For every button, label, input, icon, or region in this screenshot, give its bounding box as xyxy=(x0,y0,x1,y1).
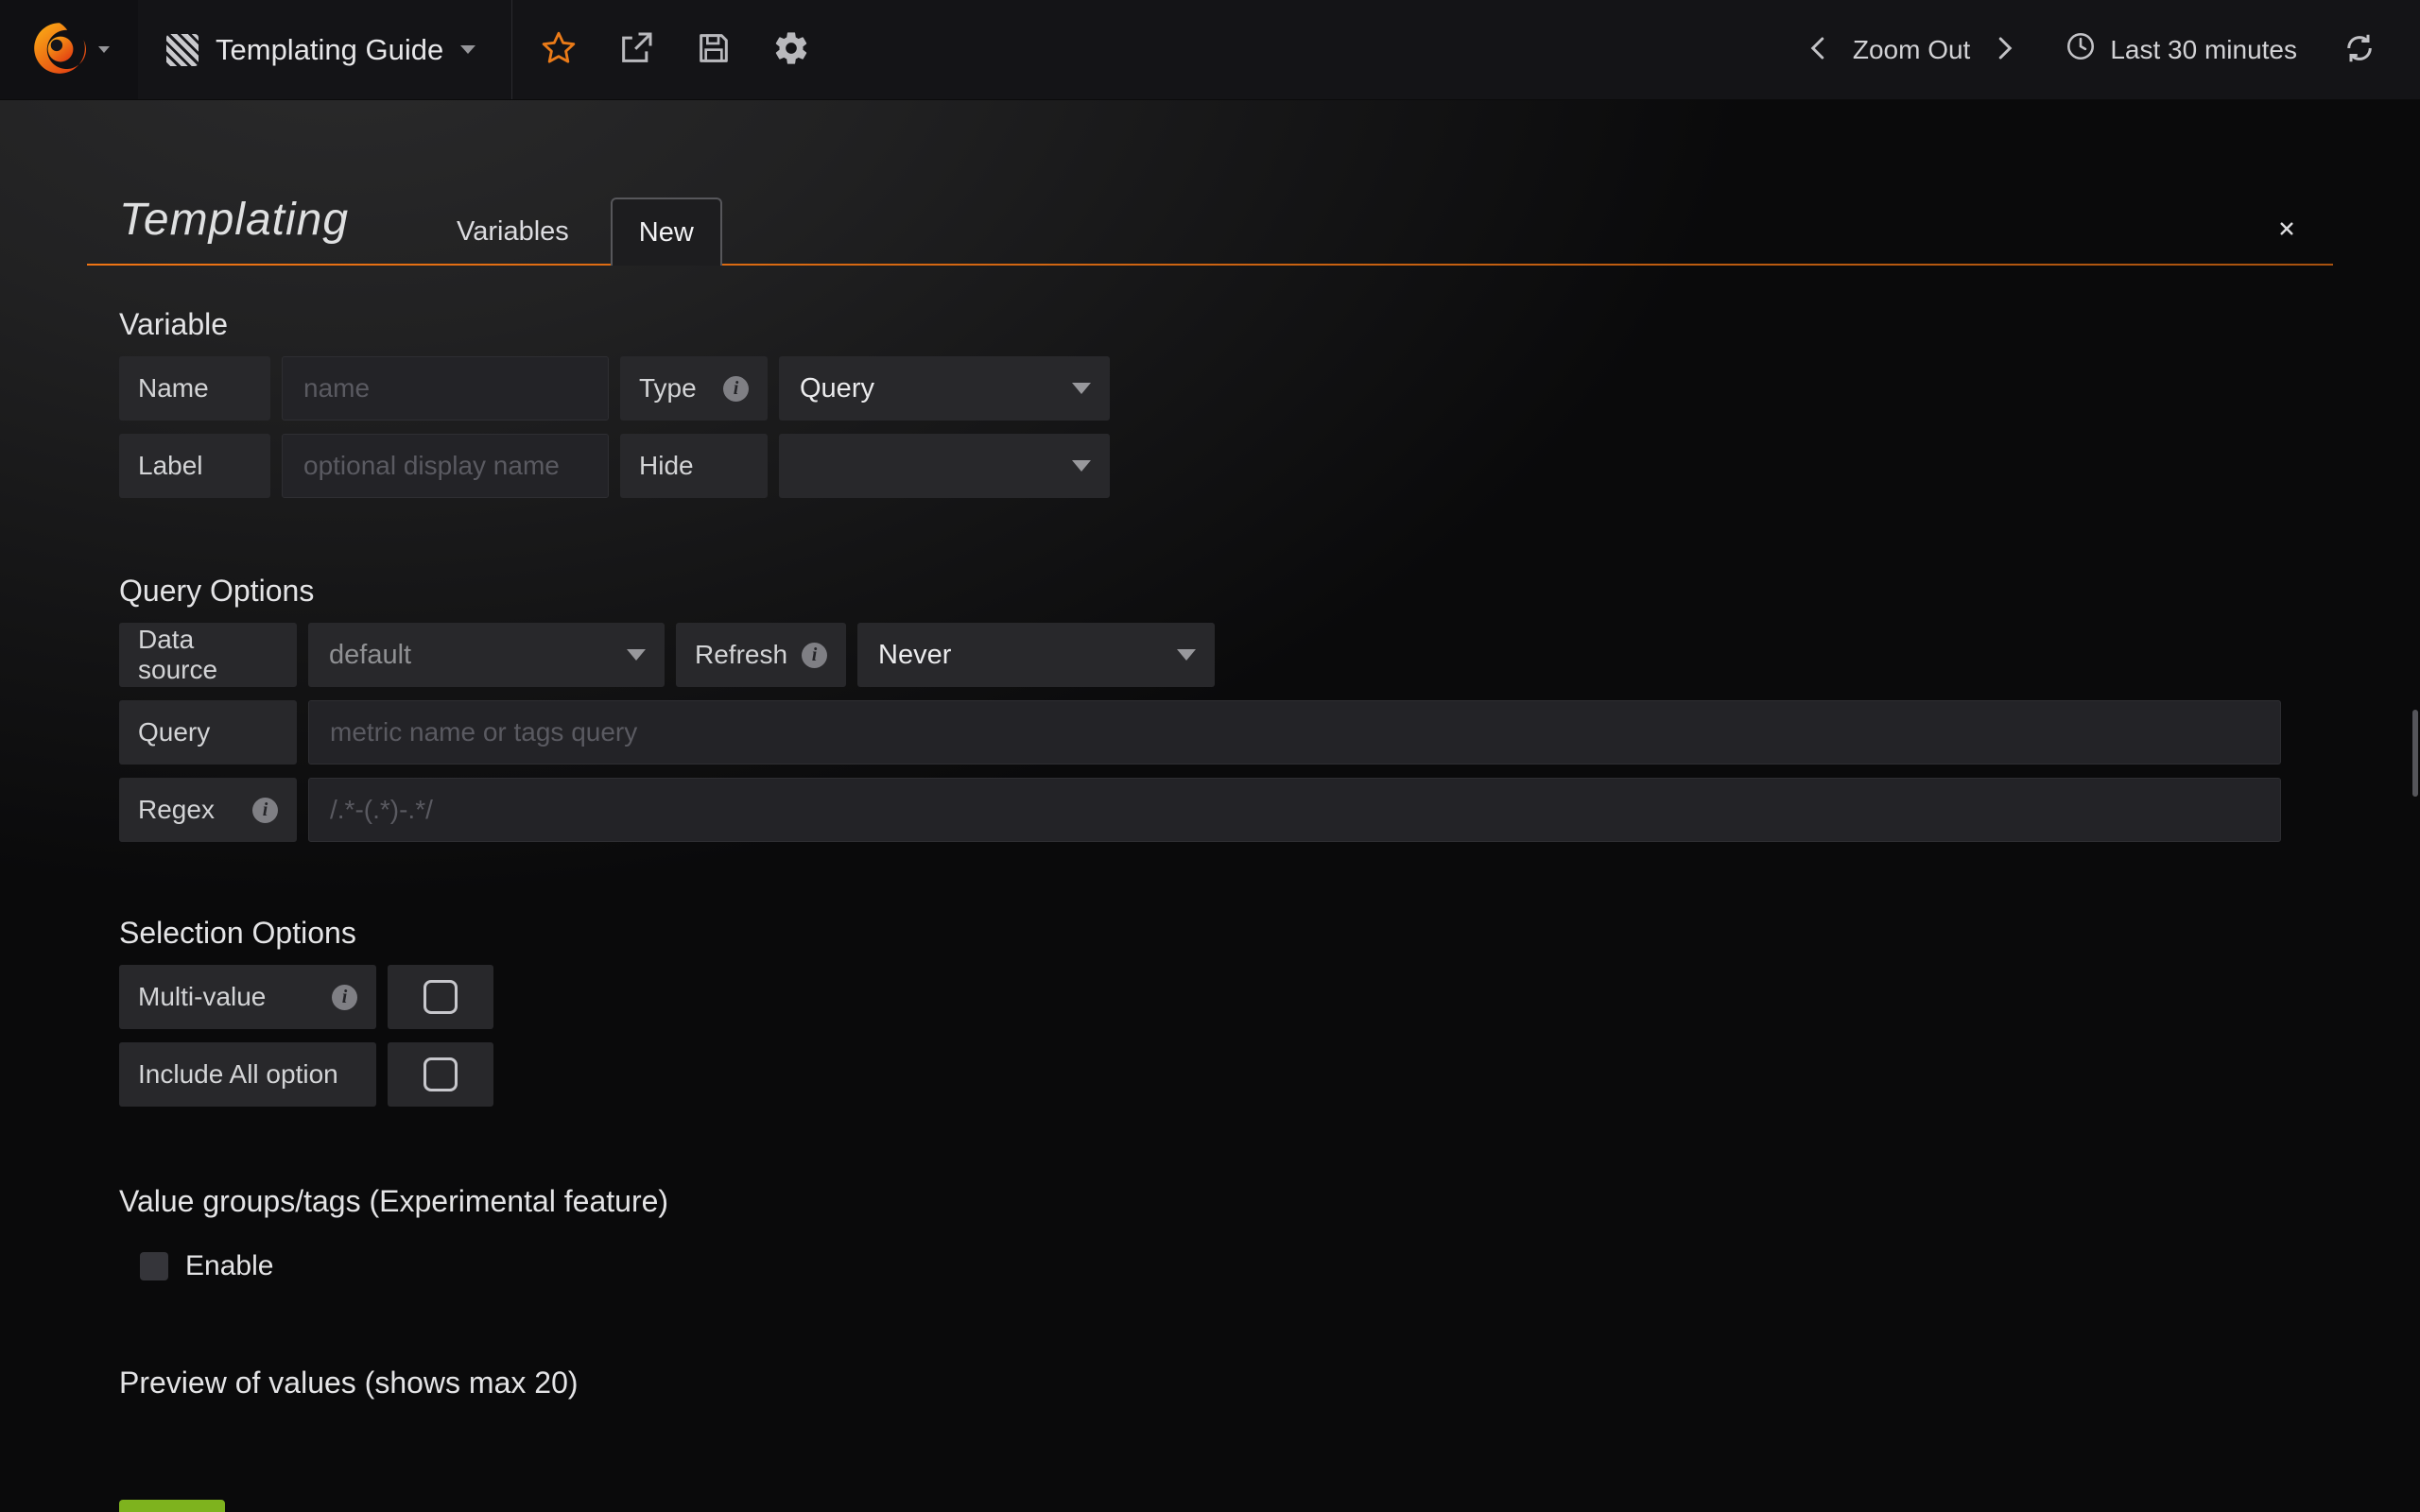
type-label: Type i xyxy=(620,356,768,421)
query-row: Query xyxy=(119,700,2333,765)
regex-label: Regex i xyxy=(119,778,297,842)
multi-value-label-text: Multi-value xyxy=(138,982,266,1012)
query-options-section: Query Options Data source default Refres… xyxy=(119,574,2333,842)
query-label: Query xyxy=(119,700,297,765)
dashboard-title-button[interactable]: Templating Guide xyxy=(138,0,504,99)
star-icon xyxy=(540,29,578,70)
enable-label: Enable xyxy=(185,1250,273,1282)
dashboard-grid-icon xyxy=(166,34,199,66)
info-icon: i xyxy=(723,376,749,402)
time-range-label: Last 30 minutes xyxy=(2110,35,2297,65)
checkbox-icon xyxy=(424,980,458,1014)
selection-options-heading: Selection Options xyxy=(119,916,2333,950)
type-label-text: Type xyxy=(639,373,697,404)
type-select-value: Query xyxy=(800,373,874,404)
variable-name-input[interactable] xyxy=(282,356,609,421)
navbar-right-group: Zoom Out Last 30 minutes xyxy=(1792,0,2420,99)
value-groups-section: Value groups/tags (Experimental feature)… xyxy=(119,1184,2333,1282)
regex-label-text: Regex xyxy=(138,795,215,825)
selection-options-section: Selection Options Multi-value i Include … xyxy=(119,916,2333,1107)
info-icon: i xyxy=(802,643,827,668)
scrollbar-thumb[interactable] xyxy=(2412,710,2418,797)
refresh-label-text: Refresh xyxy=(695,640,787,670)
page-title: Templating xyxy=(119,198,349,243)
grafana-menu-button[interactable] xyxy=(0,0,138,99)
templating-form: Variable Name Type i Query Label xyxy=(87,266,2333,1512)
caret-down-icon xyxy=(1072,460,1091,472)
multi-value-label: Multi-value i xyxy=(119,965,376,1029)
refresh-select[interactable]: Never xyxy=(857,623,1215,687)
info-icon: i xyxy=(252,798,278,823)
gear-icon xyxy=(772,29,810,70)
include-all-label: Include All option xyxy=(119,1042,376,1107)
type-select[interactable]: Query xyxy=(779,356,1110,421)
preview-heading: Preview of values (shows max 20) xyxy=(119,1366,2333,1400)
refresh-select-value: Never xyxy=(878,640,951,671)
variable-heading: Variable xyxy=(119,307,2333,341)
label-label: Label xyxy=(119,434,270,498)
templating-header: Templating Variables New xyxy=(87,100,2333,266)
datasource-select[interactable]: default xyxy=(308,623,665,687)
refresh-icon xyxy=(2342,31,2377,68)
info-icon: i xyxy=(332,985,357,1010)
variable-label-input[interactable] xyxy=(282,434,609,498)
grafana-logo-icon xyxy=(28,17,91,82)
top-navbar: Templating Guide xyxy=(0,0,2420,100)
add-variable-button[interactable]: Add xyxy=(119,1500,225,1512)
tab-variables[interactable]: Variables xyxy=(434,198,592,266)
regex-row: Regex i xyxy=(119,778,2333,842)
caret-down-icon xyxy=(627,649,646,661)
chevron-down-icon xyxy=(98,46,110,53)
datasource-select-value: default xyxy=(329,640,411,671)
chevron-left-icon xyxy=(1805,34,1833,65)
include-all-row: Include All option xyxy=(119,1042,2333,1107)
multi-value-row: Multi-value i xyxy=(119,965,2333,1029)
caret-down-icon xyxy=(1177,649,1196,661)
share-icon xyxy=(617,29,655,70)
query-options-heading: Query Options xyxy=(119,574,2333,608)
templating-editor: Templating Variables New Variable Name T… xyxy=(87,100,2333,1512)
multi-value-checkbox[interactable] xyxy=(388,965,493,1029)
enable-row: Enable xyxy=(140,1250,2333,1282)
query-input[interactable] xyxy=(308,700,2281,765)
time-shift-back-button[interactable] xyxy=(1792,0,1845,100)
zoom-out-button[interactable]: Zoom Out xyxy=(1845,0,1978,100)
tab-new[interactable]: New xyxy=(611,198,722,266)
refresh-label: Refresh i xyxy=(676,623,846,687)
chevron-right-icon xyxy=(1990,34,2018,65)
variable-section: Variable Name Type i Query Label xyxy=(119,307,2333,498)
time-range-picker[interactable]: Last 30 minutes xyxy=(2057,0,2305,100)
dashboard-title: Templating Guide xyxy=(216,33,443,67)
time-shift-forward-button[interactable] xyxy=(1978,0,2031,100)
checkbox-icon xyxy=(424,1057,458,1091)
name-label: Name xyxy=(119,356,270,421)
header-underline xyxy=(87,264,2333,266)
enable-checkbox[interactable] xyxy=(140,1252,168,1280)
close-icon[interactable] xyxy=(2273,215,2301,243)
refresh-button[interactable] xyxy=(2333,0,2386,100)
save-icon xyxy=(695,29,733,70)
share-dashboard-button[interactable] xyxy=(597,0,675,99)
dashboard-settings-button[interactable] xyxy=(752,0,830,99)
regex-input[interactable] xyxy=(308,778,2281,842)
datasource-label: Data source xyxy=(119,623,297,687)
variable-name-row: Name Type i Query xyxy=(119,356,2333,421)
zoom-out-label: Zoom Out xyxy=(1853,35,1970,65)
datasource-row: Data source default Refresh i Never xyxy=(119,623,2333,687)
hide-label: Hide xyxy=(620,434,768,498)
navbar-divider xyxy=(511,0,512,99)
include-all-checkbox[interactable] xyxy=(388,1042,493,1107)
star-dashboard-button[interactable] xyxy=(520,0,597,99)
variable-label-row: Label Hide xyxy=(119,434,2333,498)
grafana-app: Templating Guide xyxy=(0,0,2420,1512)
caret-down-icon xyxy=(1072,383,1091,394)
chevron-down-icon xyxy=(460,45,475,54)
clock-icon xyxy=(2065,30,2097,69)
value-groups-heading: Value groups/tags (Experimental feature) xyxy=(119,1184,2333,1218)
save-dashboard-button[interactable] xyxy=(675,0,752,99)
hide-select[interactable] xyxy=(779,434,1110,498)
